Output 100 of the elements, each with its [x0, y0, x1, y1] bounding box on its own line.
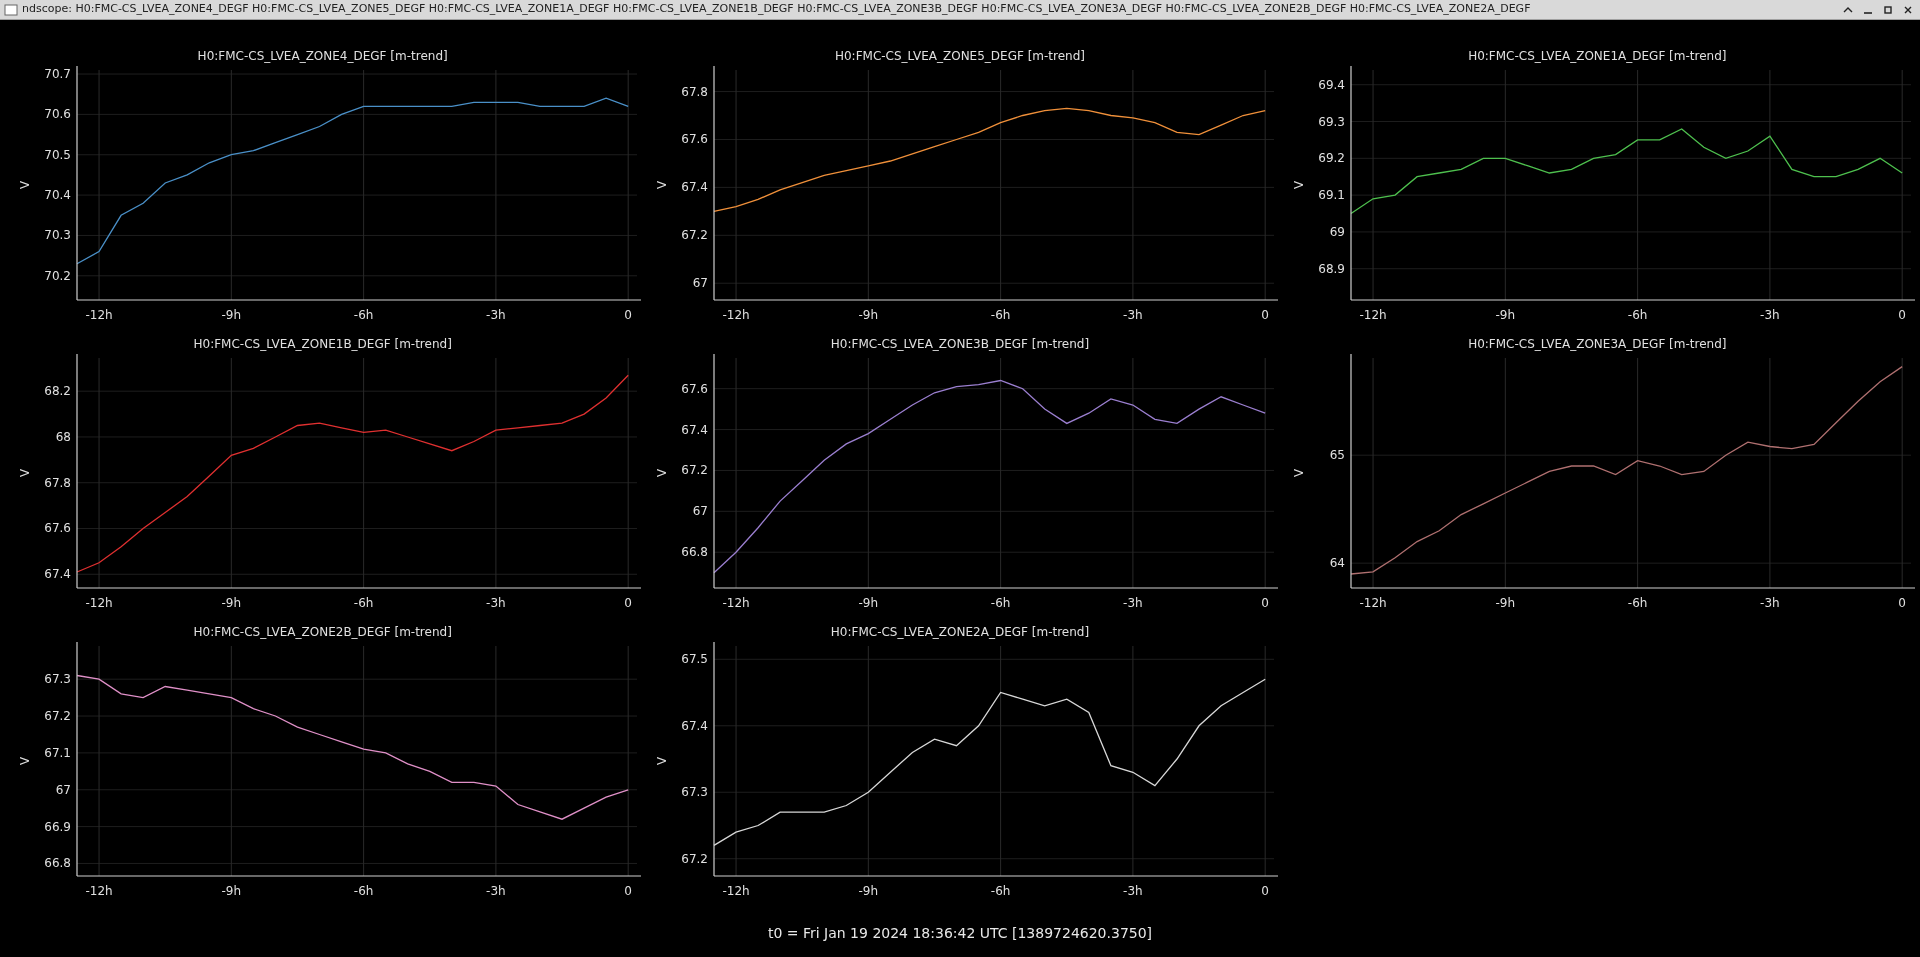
- axis-tick-label: 0: [624, 884, 632, 898]
- axis-tick-label: 67: [55, 782, 71, 797]
- chart-title: H0:FMC-CS_LVEA_ZONE3B_DEGF [m-trend]: [830, 336, 1090, 353]
- axis-tick-label: -3h: [485, 596, 506, 610]
- axis-tick-label: -12h: [85, 884, 113, 898]
- axis-tick-label: -9h: [221, 596, 241, 610]
- axis-tick-label: 67.8: [43, 475, 71, 490]
- axis-tick-label: -3h: [1760, 308, 1780, 322]
- axis-label: V: [655, 756, 669, 766]
- axis-tick-label: 0: [1261, 596, 1269, 610]
- maximize-icon: [1883, 4, 1893, 15]
- axis-tick-label: -3h: [485, 884, 506, 898]
- axis-tick-label: -6h: [353, 308, 374, 322]
- axis-tick-label: 69.1: [1318, 188, 1346, 203]
- axis-tick-label: 67.2: [43, 709, 71, 724]
- axis-tick-label: 69: [1330, 224, 1346, 239]
- axis-label: V: [17, 468, 32, 478]
- axis-tick-label: 67.6: [681, 381, 708, 396]
- axis-tick-label: 67.4: [681, 422, 708, 437]
- axis-tick-label: 67.4: [681, 718, 708, 733]
- axis-tick-label: -12h: [85, 596, 113, 610]
- app-icon: [4, 2, 18, 17]
- chart-title: H0:FMC-CS_LVEA_ZONE4_DEGF [m-trend]: [197, 48, 448, 65]
- axis-tick-label: -3h: [1123, 884, 1143, 898]
- chart-title: H0:FMC-CS_LVEA_ZONE5_DEGF [m-trend]: [834, 48, 1086, 65]
- window-title: ndscope: H0:FMC-CS_LVEA_ZONE4_DEGF H0:FMC-CS_LVEA_ZONE5_DEGF H0:FMC-CS_LVEA_ZONE1A_DEGF H0:FMC-CS_LVEA_ZONE1B_DEGF H0:FMC-CS_LVEA_ZONE3B_DEGF H0:FMC-CS_LVEA_ZONE3A_DEGF H0:FMC-CS_LVEA_ZONE2B_DEGF H0:FMC-CS_LVEA_ZONE2A_DEGF: [22, 1, 1532, 18]
- axis-tick-label: -3h: [1123, 596, 1143, 610]
- close-icon: [1903, 4, 1913, 15]
- chart-title: H0:FMC-CS_LVEA_ZONE1A_DEGF [m-trend]: [1468, 48, 1727, 65]
- axis-label: V: [1292, 180, 1307, 190]
- axis-tick-label: 67.4: [681, 180, 708, 195]
- axis-tick-label: -6h: [353, 884, 374, 898]
- axis-tick-label: 68.2: [43, 384, 71, 399]
- axis-tick-label: -12h: [1359, 596, 1387, 610]
- axis-tick-label: -9h: [858, 596, 879, 610]
- axis-tick-label: -9h: [858, 884, 879, 898]
- axis-tick-label: 67: [692, 276, 708, 291]
- axis-tick-label: 67.1: [43, 745, 71, 760]
- axis-tick-label: 67.2: [681, 463, 708, 478]
- axis-tick-label: 70.6: [43, 107, 71, 122]
- axis-tick-label: -6h: [353, 596, 374, 610]
- axis-tick-label: -6h: [990, 884, 1011, 898]
- axis-tick-label: 68: [55, 429, 71, 444]
- axis-label: V: [17, 756, 32, 766]
- axis-tick-label: 0: [1898, 308, 1907, 322]
- axis-tick-label: 0: [1261, 884, 1269, 898]
- axis-tick-label: -9h: [1495, 308, 1516, 322]
- axis-tick-label: 67.8: [681, 84, 708, 99]
- axis-tick-label: 66.8: [681, 545, 708, 560]
- chart-title: H0:FMC-CS_LVEA_ZONE2B_DEGF [m-trend]: [193, 624, 452, 641]
- minimize-icon: [1864, 11, 1872, 14]
- axis-label: V: [655, 468, 669, 478]
- axis-tick-label: -9h: [858, 308, 879, 322]
- axis-tick-label: 70.4: [43, 188, 71, 203]
- axis-tick-label: -6h: [1628, 308, 1648, 322]
- axis-tick-label: 70.7: [43, 67, 71, 82]
- axis-tick-label: 70.5: [43, 147, 71, 162]
- axis-tick-label: 67.3: [681, 785, 708, 800]
- axis-tick-label: 69.4: [1318, 77, 1346, 92]
- axis-tick-label: -6h: [990, 596, 1011, 610]
- axis-tick-label: 0: [624, 596, 632, 610]
- axis-tick-label: -12h: [1359, 308, 1387, 322]
- axis-tick-label: -6h: [990, 308, 1011, 322]
- axis-tick-label: 69.2: [1318, 151, 1346, 166]
- axis-tick-label: -12h: [722, 596, 750, 610]
- axis-tick-label: 70.3: [43, 228, 71, 243]
- axis-tick-label: 0: [1261, 308, 1269, 322]
- axis-tick-label: -9h: [1495, 596, 1516, 610]
- axis-tick-label: 64: [1330, 556, 1346, 571]
- axis-tick-label: -3h: [1123, 308, 1143, 322]
- axis-tick-label: 67.2: [681, 228, 708, 243]
- axis-tick-label: -9h: [221, 308, 241, 322]
- chart-title: H0:FMC-CS_LVEA_ZONE2A_DEGF [m-trend]: [830, 624, 1090, 641]
- axis-tick-label: 67.6: [681, 132, 708, 147]
- axis-label: V: [17, 180, 32, 190]
- chart-title: H0:FMC-CS_LVEA_ZONE1B_DEGF [m-trend]: [193, 336, 452, 353]
- axis-tick-label: -12h: [722, 308, 750, 322]
- axis-tick-label: -12h: [85, 308, 113, 322]
- status-text: t0 = Fri Jan 19 2024 18:36:42 UTC [1389724620.3750]: [767, 924, 1153, 943]
- axis-tick-label: -3h: [485, 308, 506, 322]
- axis-tick-label: 66.8: [43, 856, 71, 871]
- axis-tick-label: 67.6: [43, 521, 71, 536]
- axis-tick-label: 0: [1898, 596, 1907, 610]
- axis-tick-label: 67: [692, 504, 708, 519]
- axis-tick-label: 0: [624, 308, 632, 322]
- axis-tick-label: 68.9: [1318, 261, 1346, 276]
- axis-tick-label: 67.2: [681, 851, 708, 866]
- axis-label: V: [1292, 468, 1307, 478]
- axis-tick-label: 70.2: [43, 268, 71, 283]
- axis-tick-label: 67.4: [43, 567, 71, 582]
- axis-tick-label: -12h: [722, 884, 750, 898]
- axis-tick-label: 67.3: [43, 672, 71, 687]
- axis-label: V: [655, 180, 669, 190]
- axis-tick-label: -9h: [221, 884, 241, 898]
- axis-tick-label: 69.3: [1318, 114, 1346, 129]
- axis-tick-label: 65: [1330, 448, 1346, 463]
- axis-tick-label: -3h: [1760, 596, 1780, 610]
- axis-tick-label: 66.9: [43, 819, 71, 834]
- chart-title: H0:FMC-CS_LVEA_ZONE3A_DEGF [m-trend]: [1468, 336, 1727, 353]
- axis-tick-label: -6h: [1628, 596, 1648, 610]
